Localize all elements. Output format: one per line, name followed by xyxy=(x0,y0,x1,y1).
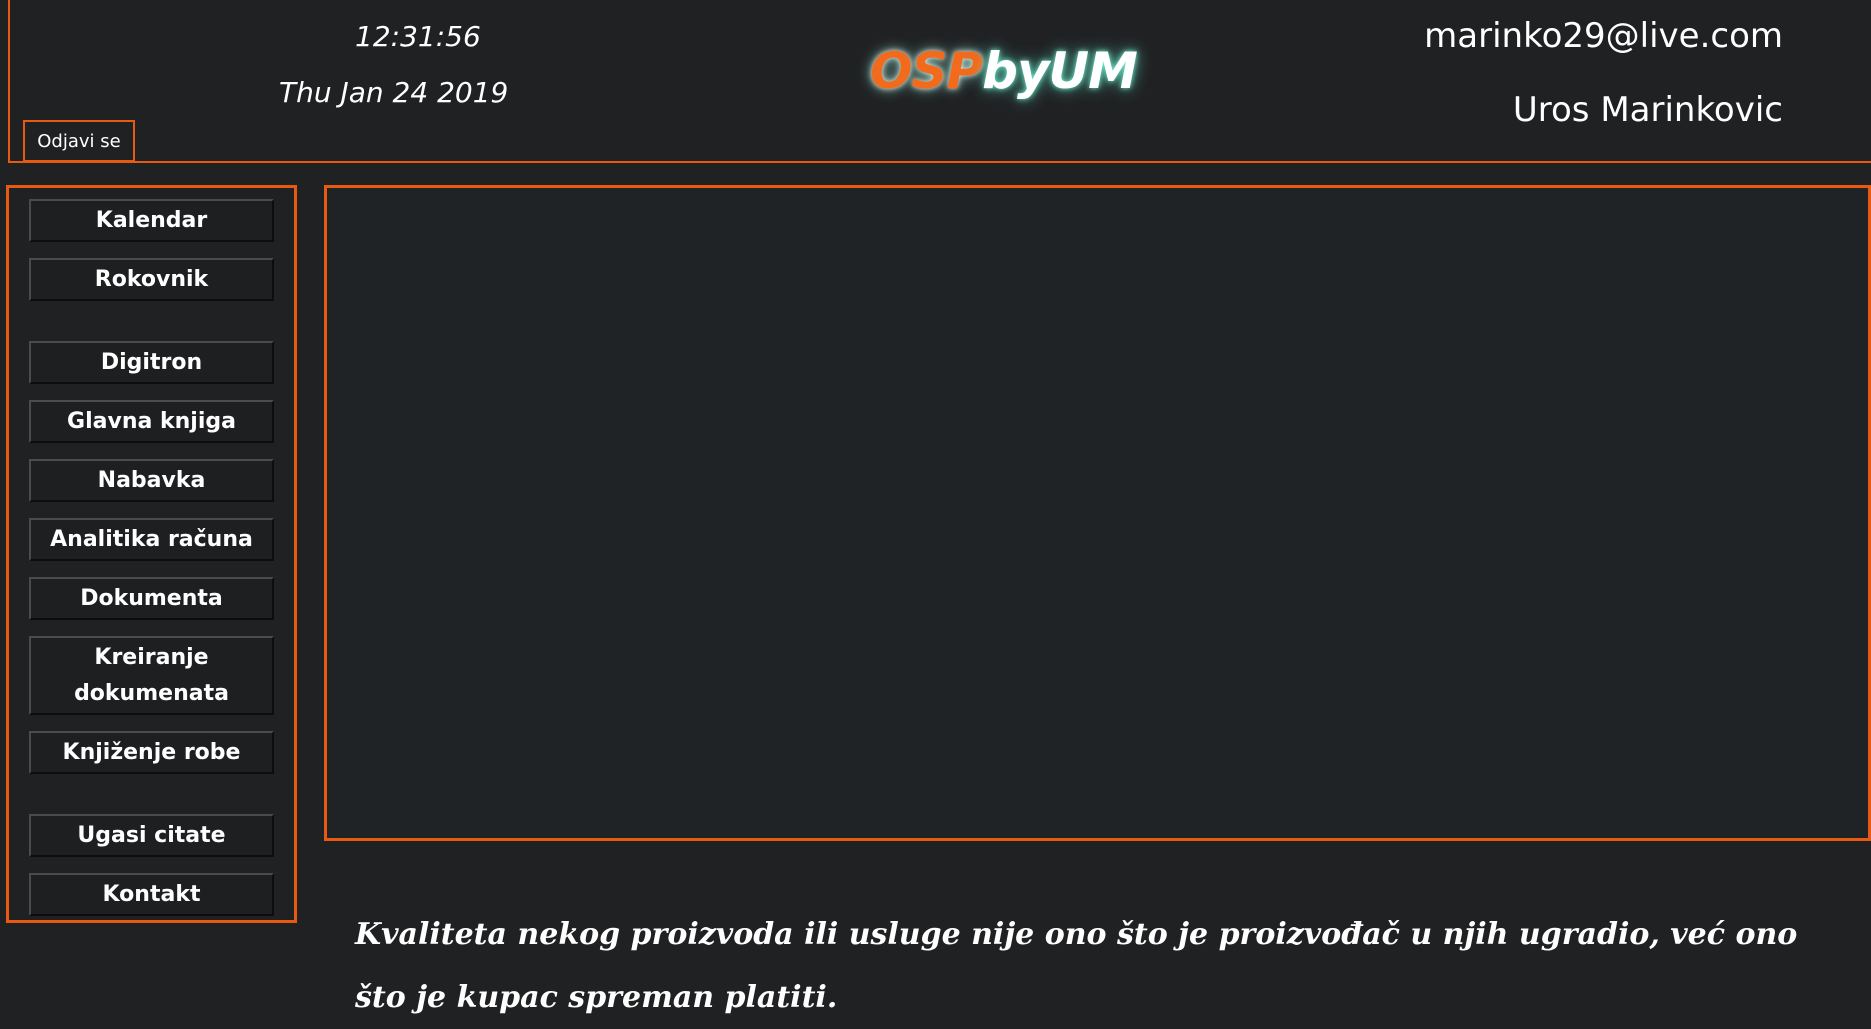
app-logo: OSPbyUM xyxy=(870,38,1138,104)
user-name: Uros Marinkovic xyxy=(1512,90,1783,130)
sidebar-item-knjizenje-robe[interactable]: Knjiženje robe xyxy=(29,731,274,774)
quote-text: Kvaliteta nekog proizvoda ili usluge nij… xyxy=(355,917,1798,1015)
sidebar-item-kontakt[interactable]: Kontakt xyxy=(29,873,274,916)
sidebar-item-kalendar[interactable]: Kalendar xyxy=(29,199,274,242)
sidebar-item-kreiranje-dokumenata[interactable]: Kreiranje dokumenata xyxy=(29,636,274,715)
sidebar-item-digitron[interactable]: Digitron xyxy=(29,341,274,384)
clock-date: Thu Jan 24 2019 xyxy=(279,76,509,109)
sidebar-item-nabavka[interactable]: Nabavka xyxy=(29,459,274,502)
sidebar-item-ugasi-citate[interactable]: Ugasi citate xyxy=(29,814,274,857)
sidebar-item-dokumenta[interactable]: Dokumenta xyxy=(29,577,274,620)
user-email: marinko29@live.com xyxy=(1424,16,1783,56)
sidebar-item-rokovnik[interactable]: Rokovnik xyxy=(29,258,274,301)
main-content-panel xyxy=(324,185,1871,841)
logo-part-osp: OSP xyxy=(870,42,983,100)
clock-time: 12:31:56 xyxy=(355,20,481,53)
sidebar-item-analitika-racuna[interactable]: Analitika računa xyxy=(29,518,274,561)
sidebar-nav: Kalendar Rokovnik Digitron Glavna knjiga… xyxy=(6,185,297,923)
header-bar: 12:31:56 Thu Jan 24 2019 Odjavi se OSPby… xyxy=(8,0,1871,163)
logo-part-byum: byUM xyxy=(982,42,1138,100)
logout-button[interactable]: Odjavi se xyxy=(23,120,135,162)
sidebar-item-glavna-knjiga[interactable]: Glavna knjiga xyxy=(29,400,274,443)
